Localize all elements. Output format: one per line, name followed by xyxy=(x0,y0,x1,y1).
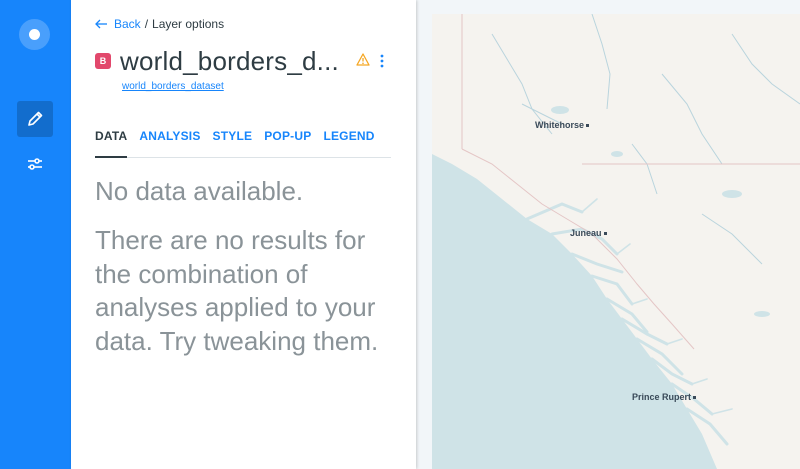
arrow-left-icon xyxy=(95,19,107,29)
layer-header: B world_borders_d... xyxy=(95,44,395,78)
map-label-whitehorse: Whitehorse xyxy=(535,120,589,130)
back-link[interactable]: Back xyxy=(95,17,141,31)
sliders-icon xyxy=(28,158,42,170)
map-basemap xyxy=(432,14,800,469)
layer-tabs: DATA ANALYSIS STYLE POP-UP LEGEND xyxy=(95,126,391,158)
sidebar-item-settings[interactable] xyxy=(17,146,53,182)
breadcrumb-current: Layer options xyxy=(152,17,225,31)
map-canvas[interactable]: Whitehorse Juneau Prince Rupert xyxy=(432,14,800,469)
layer-source-link[interactable]: world_borders_dataset xyxy=(122,81,224,92)
app-sidebar xyxy=(0,0,71,469)
back-label: Back xyxy=(114,17,141,31)
map-label-prince-rupert: Prince Rupert xyxy=(632,392,696,402)
tab-style[interactable]: STYLE xyxy=(213,126,253,158)
ocean xyxy=(432,154,717,469)
layer-badge: B xyxy=(95,53,111,69)
app-logo[interactable] xyxy=(19,19,50,50)
pencil-icon xyxy=(28,111,43,126)
tab-legend[interactable]: LEGEND xyxy=(323,126,374,158)
layer-options-panel: Back / Layer options B world_borders_d..… xyxy=(71,0,416,469)
layer-title[interactable]: world_borders_d... xyxy=(120,46,339,77)
empty-state-message: There are no results for the combination… xyxy=(95,225,379,356)
tab-analysis[interactable]: ANALYSIS xyxy=(139,126,200,158)
breadcrumb: Back / Layer options xyxy=(95,17,224,31)
map-label-juneau: Juneau xyxy=(570,228,607,238)
logo-dot xyxy=(29,29,40,40)
sidebar-item-edit[interactable] xyxy=(17,101,53,137)
tab-popup[interactable]: POP-UP xyxy=(264,126,311,158)
more-options-icon[interactable] xyxy=(380,54,384,73)
warning-icon[interactable] xyxy=(356,53,370,71)
tab-data[interactable]: DATA xyxy=(95,126,128,158)
breadcrumb-separator: / xyxy=(144,17,149,31)
empty-state-title: No data available. xyxy=(95,176,304,206)
